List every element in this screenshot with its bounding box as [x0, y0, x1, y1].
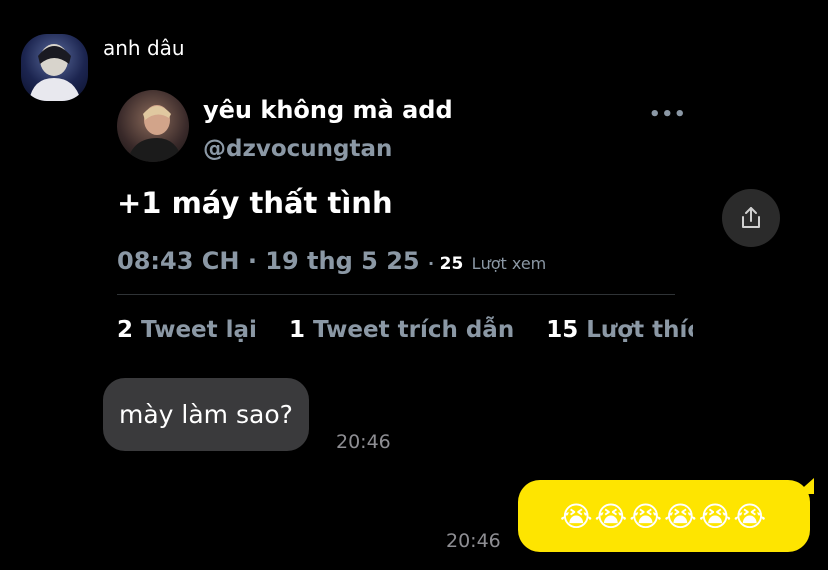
- tweet-views-count: 25: [439, 254, 464, 274]
- likes-label[interactable]: Lượt thích: [586, 317, 693, 343]
- sender-name: anh dâu: [103, 36, 185, 60]
- more-icon[interactable]: •••: [649, 104, 687, 125]
- tweet-views-label: Lượt xem: [471, 254, 547, 273]
- tweet-author-handle: @dzvocungtan: [203, 136, 393, 162]
- incoming-message-text: mày làm sao?: [119, 400, 293, 429]
- sender-avatar[interactable]: [21, 34, 88, 101]
- tweet-divider: [117, 294, 675, 295]
- tweet-author-avatar[interactable]: [117, 90, 189, 162]
- incoming-message-bubble[interactable]: mày làm sao?: [103, 378, 309, 451]
- retweets-count: 2: [117, 317, 134, 343]
- tweet-card[interactable]: yêu không mà add @dzvocungtan ••• +1 máy…: [103, 80, 693, 360]
- outgoing-message-emojis: 😭😭😭😭😭😭: [559, 499, 769, 533]
- incoming-message-time: 20:46: [336, 431, 391, 453]
- tweet-author-name: yêu không mà add: [203, 96, 453, 124]
- likes-count: 15: [546, 317, 579, 343]
- tweet-meta: 08:43 CH · 19 thg 5 25 · 25 Lượt xem: [117, 247, 546, 275]
- retweets-label[interactable]: Tweet lại: [141, 317, 257, 343]
- quotes-count: 1: [288, 317, 305, 343]
- share-button[interactable]: [722, 189, 780, 247]
- outgoing-message-time: 20:46: [446, 530, 501, 552]
- meta-separator: ·: [427, 254, 440, 273]
- tweet-stats: 2 Tweet lại 1 Tweet trích dẫn 15 Lượt th…: [117, 317, 693, 343]
- share-icon: [742, 207, 760, 228]
- tweet-time: 08:43 CH: [117, 247, 240, 275]
- tweet-date: 19 thg 5 25: [265, 247, 420, 275]
- tweet-text: +1 máy thất tình: [117, 186, 393, 220]
- quotes-label[interactable]: Tweet trích dẫn: [313, 317, 514, 343]
- meta-separator: ·: [247, 247, 266, 275]
- outgoing-message-bubble[interactable]: 😭😭😭😭😭😭: [518, 480, 810, 552]
